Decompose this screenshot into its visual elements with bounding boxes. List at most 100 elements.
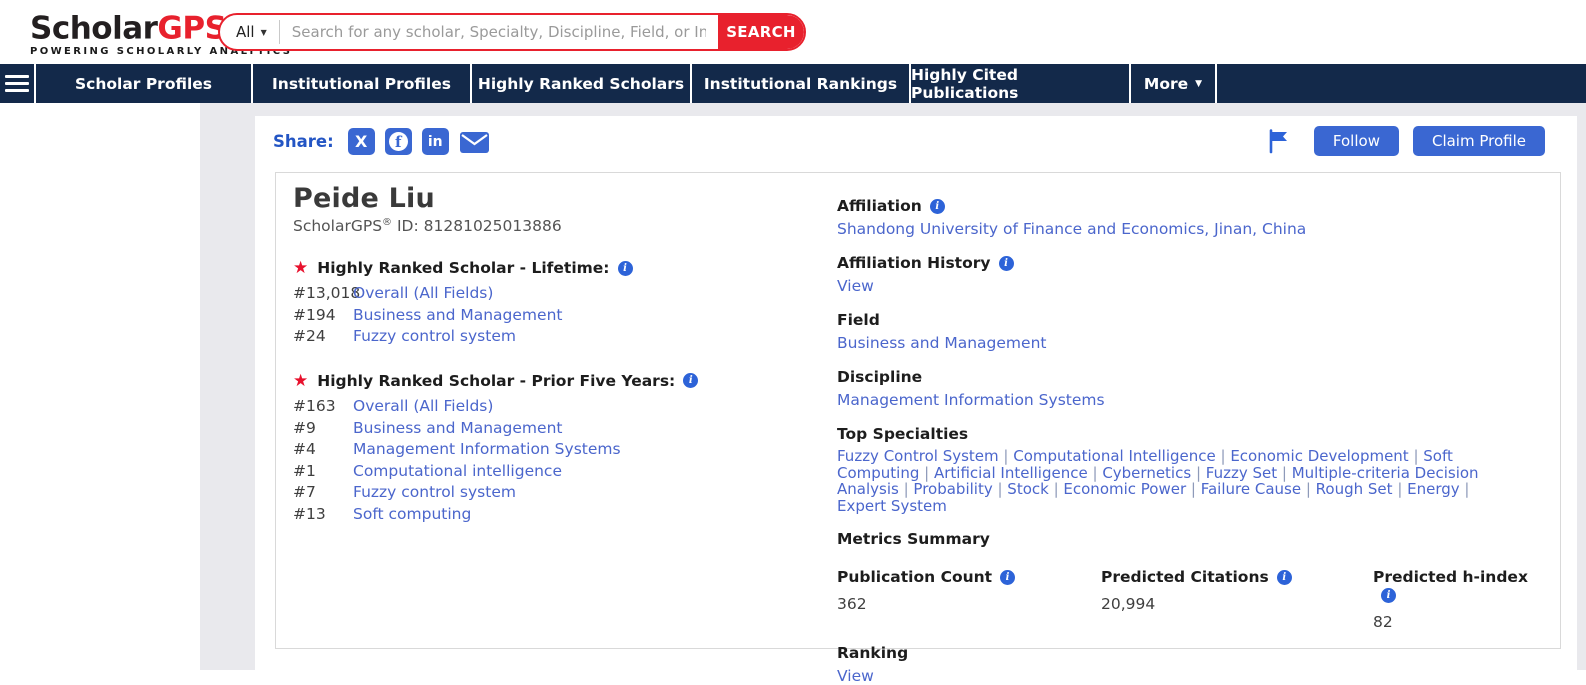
separator: |: [1186, 480, 1201, 498]
search-input[interactable]: [280, 15, 718, 49]
discipline-link[interactable]: Management Information Systems: [837, 391, 1105, 409]
rank-category-link[interactable]: Business and Management: [353, 418, 562, 440]
main-nav: Scholar Profiles Institutional Profiles …: [0, 64, 1586, 103]
page-title: Peide Liu: [293, 183, 813, 214]
nav-highly-ranked-scholars[interactable]: Highly Ranked Scholars: [472, 64, 692, 103]
metric-label: Predicted h-indexi: [1373, 568, 1547, 604]
search-button[interactable]: SEARCH: [718, 15, 804, 49]
ranking-section: Ranking View: [837, 644, 1547, 685]
rank-row: #7 Fuzzy control system: [293, 482, 813, 504]
separator: |: [1277, 464, 1292, 482]
nav-scholar-profiles[interactable]: Scholar Profiles: [36, 64, 253, 103]
field-heading: Field: [837, 311, 1547, 329]
profile-details-column: Affiliationi Shandong University of Fina…: [837, 197, 1547, 685]
specialty-link[interactable]: Artificial Intelligence: [934, 464, 1088, 482]
facebook-icon[interactable]: f: [385, 128, 412, 155]
affiliation-history-heading: Affiliation Historyi: [837, 254, 1547, 272]
specialty-link[interactable]: Economic Power: [1063, 480, 1186, 498]
specialty-link[interactable]: Expert System: [837, 497, 947, 515]
info-icon[interactable]: i: [1000, 570, 1015, 585]
left-sidebar: [0, 103, 200, 670]
metrics-grid: Publication Counti 362 Predicted Citatio…: [837, 568, 1547, 631]
discipline-heading: Discipline: [837, 368, 1547, 386]
lifetime-ranking-section: ★ Highly Ranked Scholar - Lifetime: i #1…: [293, 258, 813, 348]
separator: |: [1409, 447, 1424, 465]
specialty-links: Fuzzy Control System | Computational Int…: [837, 448, 1517, 514]
prior-five-years-ranking-header: ★ Highly Ranked Scholar - Prior Five Yea…: [293, 371, 813, 391]
specialty-link[interactable]: Stock: [1007, 480, 1049, 498]
rank-number: #9: [293, 418, 353, 440]
rank-row: #194 Business and Management: [293, 305, 813, 327]
separator: |: [1049, 480, 1064, 498]
rank-category-link[interactable]: Soft computing: [353, 504, 471, 526]
linkedin-icon[interactable]: in: [422, 128, 449, 155]
hamburger-menu-icon[interactable]: [0, 64, 36, 103]
rank-row: #1 Computational intelligence: [293, 461, 813, 483]
separator: |: [1460, 480, 1470, 498]
rank-category-link[interactable]: Computational intelligence: [353, 461, 562, 483]
rank-row: #13,018 Overall (All Fields): [293, 283, 813, 305]
rank-number: #163: [293, 396, 353, 418]
rank-category-link[interactable]: Business and Management: [353, 305, 562, 327]
lifetime-ranking-header: ★ Highly Ranked Scholar - Lifetime: i: [293, 258, 813, 278]
chevron-down-icon: ▼: [261, 28, 267, 37]
info-icon[interactable]: i: [618, 261, 633, 276]
rank-category-link[interactable]: Overall (All Fields): [353, 283, 493, 305]
specialty-link[interactable]: Failure Cause: [1201, 480, 1301, 498]
metric-value: 20,994: [1101, 595, 1373, 613]
rank-category-link[interactable]: Overall (All Fields): [353, 396, 493, 418]
specialty-link[interactable]: Probability: [913, 480, 992, 498]
info-icon[interactable]: i: [1381, 588, 1396, 603]
nav-institutional-rankings[interactable]: Institutional Rankings: [692, 64, 911, 103]
email-icon[interactable]: [459, 130, 490, 154]
info-icon[interactable]: i: [999, 256, 1014, 271]
rank-row: #163 Overall (All Fields): [293, 396, 813, 418]
rank-category-link[interactable]: Fuzzy control system: [353, 482, 516, 504]
claim-profile-button[interactable]: Claim Profile: [1413, 126, 1545, 156]
registered-mark: ®: [382, 217, 392, 228]
chevron-down-icon: ▼: [1195, 79, 1202, 89]
rank-category-link[interactable]: Fuzzy control system: [353, 326, 516, 348]
info-icon[interactable]: i: [1277, 570, 1292, 585]
rank-number: #1: [293, 461, 353, 483]
separator: |: [899, 480, 914, 498]
rank-category-link[interactable]: Management Information Systems: [353, 439, 621, 461]
search-bar: All ▼ SEARCH: [218, 13, 806, 51]
affiliation-heading: Affiliationi: [837, 197, 1547, 215]
rank-number: #24: [293, 326, 353, 348]
specialty-link[interactable]: Economic Development: [1230, 447, 1408, 465]
flag-icon[interactable]: [1266, 128, 1292, 154]
scope-label: All: [236, 23, 255, 41]
separator: |: [1191, 464, 1206, 482]
x-twitter-icon[interactable]: X: [348, 128, 375, 155]
metric-label: Predicted Citationsi: [1101, 568, 1373, 586]
specialty-link[interactable]: Fuzzy Set: [1206, 464, 1277, 482]
search-scope-dropdown[interactable]: All ▼: [220, 15, 279, 49]
info-icon[interactable]: i: [930, 199, 945, 214]
share-label: Share:: [273, 132, 334, 151]
affiliation-link[interactable]: Shandong University of Finance and Econo…: [837, 220, 1306, 238]
affiliation-section: Affiliationi Shandong University of Fina…: [837, 197, 1547, 238]
separator: |: [919, 464, 934, 482]
rank-number: #194: [293, 305, 353, 327]
nav-highly-cited-publications[interactable]: Highly Cited Publications: [911, 64, 1131, 103]
top-specialties-heading: Top Specialties: [837, 425, 1547, 443]
specialty-link[interactable]: Cybernetics: [1102, 464, 1191, 482]
nav-institutional-profiles[interactable]: Institutional Profiles: [253, 64, 472, 103]
rank-row: #4 Management Information Systems: [293, 439, 813, 461]
follow-button[interactable]: Follow: [1314, 126, 1399, 156]
rank-number: #13,018: [293, 283, 353, 305]
field-link[interactable]: Business and Management: [837, 334, 1046, 352]
separator: |: [999, 447, 1014, 465]
nav-more[interactable]: More▼: [1131, 64, 1217, 103]
specialty-link[interactable]: Rough Set: [1316, 480, 1393, 498]
main-content: Share: X f in Follow Claim Profile Peide…: [255, 116, 1577, 670]
specialty-link[interactable]: Computational Intelligence: [1013, 447, 1216, 465]
metric-item: Predicted h-indexi 82: [1373, 568, 1547, 631]
metrics-summary-heading: Metrics Summary: [837, 530, 1547, 548]
specialty-link[interactable]: Energy: [1407, 480, 1460, 498]
top-specialties-section: Top Specialties Fuzzy Control System | C…: [837, 425, 1547, 514]
affiliation-history-view-link[interactable]: View: [837, 277, 874, 295]
specialty-link[interactable]: Fuzzy Control System: [837, 447, 999, 465]
info-icon[interactable]: i: [683, 373, 698, 388]
